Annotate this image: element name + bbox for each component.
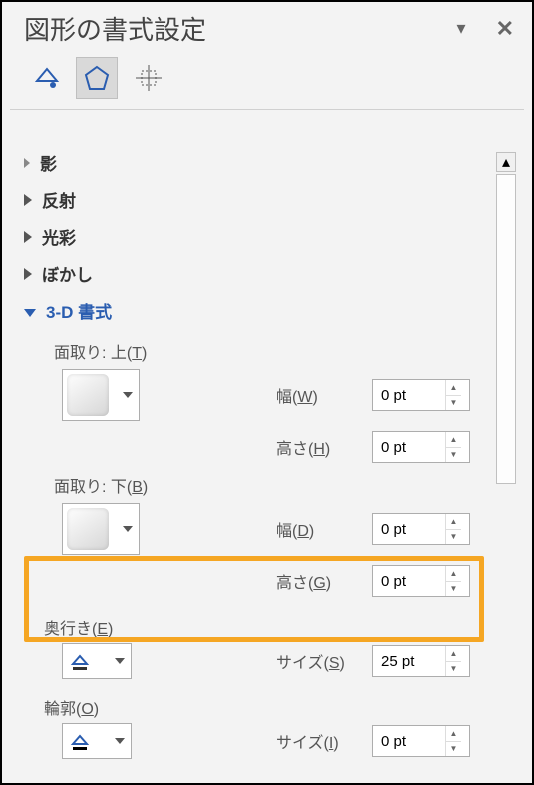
spin-down[interactable]: ▼ [446, 742, 461, 757]
pane-menu-button[interactable]: ▾ [457, 18, 466, 39]
section-label: 3-D 書式 [46, 298, 112, 323]
section-label: 反射 [42, 187, 76, 212]
bevel-top-width-input[interactable]: ▲▼ [372, 379, 470, 411]
width-label: 幅(W) [276, 383, 362, 407]
bevel-bottom-width-input[interactable]: ▲▼ [372, 513, 470, 545]
chevron-right-icon [24, 158, 30, 168]
bevel-top-height-input[interactable]: ▲▼ [372, 431, 470, 463]
paint-bucket-icon [69, 650, 91, 672]
scroll-up-button[interactable]: ▴ [496, 152, 516, 172]
pane-title: 図形の書式設定 [24, 10, 206, 47]
spin-up[interactable]: ▲ [446, 566, 461, 582]
dropdown-caret-icon [115, 738, 125, 744]
section-label: ぼかし [42, 261, 93, 286]
width-label: 幅(D) [276, 517, 362, 541]
spin-down[interactable]: ▼ [446, 582, 461, 597]
depth-label: 奥行き(E) [20, 615, 494, 639]
size-label: サイズ(I) [276, 729, 362, 753]
dropdown-caret-icon [123, 526, 133, 532]
height-label: 高さ(G) [276, 569, 362, 593]
material-label: 質感(M) [20, 769, 494, 771]
dropdown-caret-icon [123, 392, 133, 398]
section-label: 光彩 [42, 224, 76, 249]
section-3d-format[interactable]: 3-D 書式 [20, 292, 494, 329]
spin-up[interactable]: ▲ [446, 646, 461, 662]
spin-up[interactable]: ▲ [446, 726, 461, 742]
depth-color-picker[interactable] [62, 643, 132, 679]
bevel-thumbnail-icon [67, 508, 109, 550]
section-shadow[interactable]: 影 [20, 144, 494, 181]
spin-down[interactable]: ▼ [446, 448, 461, 463]
spin-down[interactable]: ▼ [446, 662, 461, 677]
bevel-thumbnail-icon [67, 374, 109, 416]
bevel-top-picker[interactable] [62, 369, 140, 421]
section-glow[interactable]: 光彩 [20, 218, 494, 255]
chevron-right-icon [24, 194, 32, 206]
depth-size-input[interactable]: ▲▼ [372, 645, 470, 677]
bevel-bottom-picker[interactable] [62, 503, 140, 555]
spin-down[interactable]: ▼ [446, 396, 461, 411]
section-softedges[interactable]: ぼかし [20, 255, 494, 292]
tab-effects-icon[interactable] [76, 57, 118, 99]
size-label: サイズ(S) [276, 649, 362, 673]
spin-up[interactable]: ▲ [446, 514, 461, 530]
spin-down[interactable]: ▼ [446, 530, 461, 545]
scroll-thumb[interactable] [496, 174, 516, 484]
tab-size-icon[interactable] [128, 57, 170, 99]
chevron-right-icon [24, 231, 32, 243]
section-label: 影 [40, 150, 57, 175]
spin-up[interactable]: ▲ [446, 432, 461, 448]
contour-color-picker[interactable] [62, 723, 132, 759]
paint-bucket-icon [69, 730, 91, 752]
dropdown-caret-icon [115, 658, 125, 664]
chevron-right-icon [24, 268, 32, 280]
chevron-down-icon [24, 309, 36, 317]
contour-size-input[interactable]: ▲▼ [372, 725, 470, 757]
close-button[interactable]: ✕ [496, 16, 514, 42]
tab-fill-icon[interactable] [24, 57, 66, 99]
bevel-top-label: 面取り: 上(T) [20, 339, 494, 363]
section-reflection[interactable]: 反射 [20, 181, 494, 218]
bevel-bottom-label: 面取り: 下(B) [20, 473, 494, 497]
contour-label: 輪郭(O) [20, 695, 494, 719]
bevel-bottom-height-input[interactable]: ▲▼ [372, 565, 470, 597]
height-label: 高さ(H) [276, 435, 362, 459]
spin-up[interactable]: ▲ [446, 380, 461, 396]
